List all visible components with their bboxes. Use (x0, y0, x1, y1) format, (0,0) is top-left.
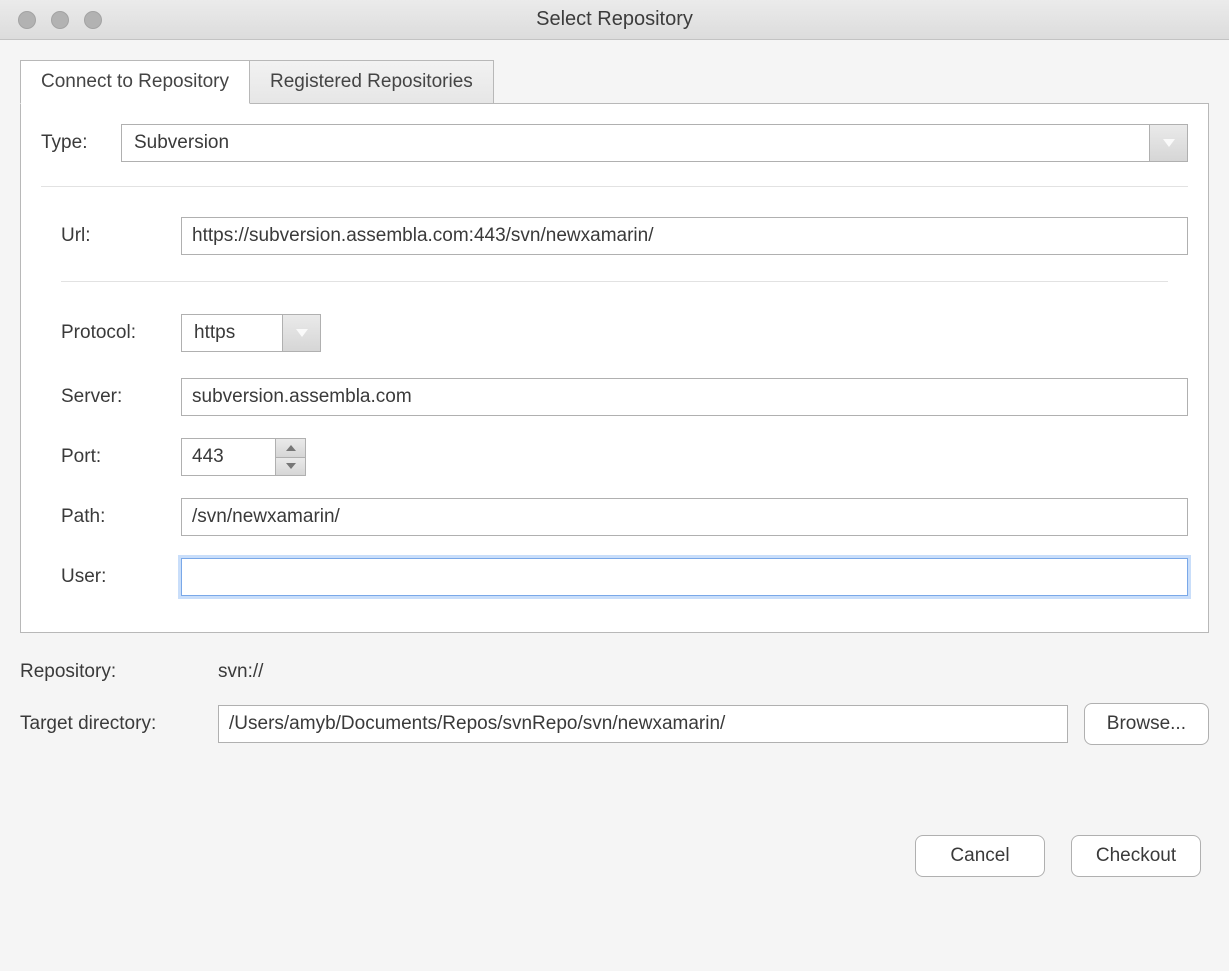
tab-registered-repositories[interactable]: Registered Repositories (250, 60, 494, 104)
zoom-window-button[interactable] (84, 11, 102, 29)
protocol-label: Protocol: (61, 322, 181, 344)
titlebar: Select Repository (0, 0, 1229, 40)
chevron-down-icon (282, 315, 320, 351)
user-input[interactable] (181, 558, 1188, 596)
dialog-content: Connect to Repository Registered Reposit… (0, 40, 1229, 897)
protocol-dropdown-value: https (182, 315, 282, 351)
user-label: User: (61, 566, 181, 588)
stepper-down-icon[interactable] (276, 458, 305, 476)
path-label: Path: (61, 506, 181, 528)
tabs: Connect to Repository Registered Reposit… (20, 60, 1209, 104)
divider (41, 186, 1188, 187)
port-label: Port: (61, 446, 181, 468)
chevron-down-icon (1149, 125, 1187, 161)
path-input[interactable] (181, 498, 1188, 536)
protocol-dropdown[interactable]: https (181, 314, 321, 352)
port-stepper[interactable]: 443 (181, 438, 306, 476)
checkout-button[interactable]: Checkout (1071, 835, 1201, 877)
tab-connect-to-repository[interactable]: Connect to Repository (20, 60, 250, 104)
port-value: 443 (182, 439, 275, 475)
stepper-up-icon[interactable] (276, 439, 305, 458)
window-title: Select Repository (0, 8, 1229, 31)
window-controls (0, 11, 102, 29)
server-input[interactable] (181, 378, 1188, 416)
url-label: Url: (61, 225, 181, 247)
divider (61, 281, 1168, 282)
target-directory-label: Target directory: (20, 713, 218, 735)
type-dropdown-value: Subversion (122, 125, 1149, 161)
type-label: Type: (41, 132, 121, 154)
cancel-button[interactable]: Cancel (915, 835, 1045, 877)
browse-button[interactable]: Browse... (1084, 703, 1209, 745)
connect-panel: Type: Subversion Url: Protocol: https (20, 103, 1209, 633)
repository-value: svn:// (218, 661, 263, 683)
dialog-footer: Cancel Checkout (20, 765, 1209, 877)
server-label: Server: (61, 386, 181, 408)
type-dropdown[interactable]: Subversion (121, 124, 1188, 162)
target-directory-input[interactable] (218, 705, 1068, 743)
url-input[interactable] (181, 217, 1188, 255)
repository-label: Repository: (20, 661, 218, 683)
close-window-button[interactable] (18, 11, 36, 29)
minimize-window-button[interactable] (51, 11, 69, 29)
